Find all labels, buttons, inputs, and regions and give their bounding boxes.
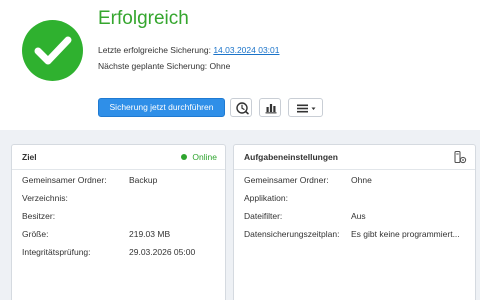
target-row-label: Verzeichnis:: [22, 193, 68, 203]
target-row-label: Besitzer:: [22, 211, 56, 221]
next-backup-line: Nächste geplante Sicherung: Ohne: [98, 61, 230, 71]
task-settings-card-header: Aufgabeneinstellungen: [234, 145, 475, 170]
target-card: Ziel Online Gemeinsamer Ordner: Backup V…: [11, 144, 226, 300]
history-icon: [236, 102, 249, 115]
menu-icon: [297, 104, 316, 113]
online-status: Online: [181, 152, 217, 162]
status-title: Erfolgreich: [98, 8, 189, 29]
task-settings-card-title: Aufgabeneinstellungen: [244, 152, 338, 162]
online-status-label: Online: [192, 152, 217, 162]
next-backup-label: Nächste geplante Sicherung:: [98, 61, 208, 71]
task-settings-row-value: Es gibt keine programmiert...: [351, 229, 460, 239]
checkmark-icon: [34, 36, 72, 65]
target-row-value: Backup: [129, 175, 158, 185]
status-section: Erfolgreich Letzte erfolgreiche Sicherun…: [0, 0, 480, 130]
task-settings-row-value: Ohne: [351, 175, 372, 185]
task-settings-row-label: Applikation:: [244, 193, 288, 203]
target-card-title: Ziel: [22, 152, 37, 162]
target-card-header: Ziel Online: [12, 145, 225, 170]
last-backup-label: Letzte erfolgreiche Sicherung:: [98, 45, 211, 55]
details-panel-area: Ziel Online Gemeinsamer Ordner: Backup V…: [0, 130, 480, 300]
task-settings-card: Aufgabeneinstellungen Gemeinsamer Ordner…: [233, 144, 476, 300]
success-status-icon: [22, 20, 83, 81]
backup-now-button[interactable]: Sicherung jetzt durchführen: [98, 98, 225, 117]
target-row-label: Gemeinsamer Ordner:: [22, 175, 107, 185]
task-settings-row-label: Gemeinsamer Ordner:: [244, 175, 329, 185]
more-actions-menu-button[interactable]: [288, 98, 323, 117]
statistics-button[interactable]: [259, 98, 281, 117]
online-dot-icon: [181, 154, 188, 160]
target-row-value: 219.03 MB: [129, 229, 171, 239]
last-backup-link[interactable]: 14.03.2024 03:01: [213, 45, 279, 55]
target-row-value: 29.03.2026 05:00: [129, 247, 196, 257]
bar-chart-icon: [265, 104, 277, 114]
task-settings-row-label: Dateifilter:: [244, 211, 283, 221]
next-backup-value: Ohne: [209, 61, 231, 71]
task-settings-row-value: Aus: [351, 211, 366, 221]
last-backup-line: Letzte erfolgreiche Sicherung: 14.03.202…: [98, 45, 280, 55]
task-settings-row-label: Datensicherungszeitplan:: [244, 229, 340, 239]
caret-down-icon: [311, 107, 316, 110]
target-row-label: Integritätsprüfung:: [22, 247, 91, 257]
target-row-label: Größe:: [22, 229, 49, 239]
task-settings-icon[interactable]: [453, 150, 467, 164]
history-button[interactable]: [230, 98, 252, 117]
